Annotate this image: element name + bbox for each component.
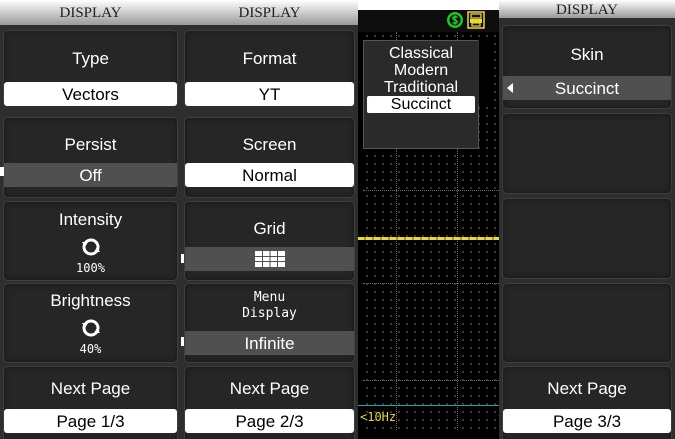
intensity-value: 100% xyxy=(76,261,105,275)
page-indicator: Page 3/3 xyxy=(503,409,671,433)
menu-display-label-line2: Display xyxy=(242,306,297,321)
display-menu-page-3: DISPLAY Skin Succinct Next Page Page 3/3 xyxy=(499,0,675,439)
format-label: Format xyxy=(242,49,297,68)
page-indicator: Page 2/3 xyxy=(185,409,354,433)
brightness-label: Brightness xyxy=(50,291,131,310)
display-menu-page-1: DISPLAY Type Vectors Persist Off Intensi… xyxy=(0,0,181,439)
type-value: Vectors xyxy=(4,82,177,106)
menu-display-softkey[interactable]: Menu Display Infinite xyxy=(184,283,355,363)
waveform-trace xyxy=(358,237,499,240)
dollar-circle-icon xyxy=(447,12,463,28)
frequency-readout: <10Hz xyxy=(358,405,499,427)
empty-softkey xyxy=(502,113,672,194)
page-indicator: Page 1/3 xyxy=(4,409,177,433)
brightness-value: 40% xyxy=(79,342,102,356)
next-page-softkey[interactable]: Next Page Page 3/3 xyxy=(502,366,672,439)
grid-softkey[interactable]: Grid xyxy=(184,201,355,281)
next-page-label: Next Page xyxy=(229,379,310,398)
rotary-knob-icon xyxy=(81,238,100,256)
intensity-label: Intensity xyxy=(58,210,123,229)
brightness-softkey[interactable]: Brightness 40% xyxy=(3,283,178,363)
intensity-softkey[interactable]: Intensity 100% xyxy=(3,201,178,281)
skin-dropdown-list[interactable]: Classical Modern Traditional Succinct xyxy=(363,40,479,149)
type-label: Type xyxy=(72,49,109,68)
list-scrollbar[interactable] xyxy=(478,40,489,105)
menu-display-label-line1: Menu xyxy=(253,290,286,305)
skin-softkey[interactable]: Skin Succinct xyxy=(502,25,672,109)
top-strip xyxy=(358,0,499,10)
skin-option-succinct[interactable]: Succinct xyxy=(367,96,475,113)
graticule-line xyxy=(363,380,499,381)
next-page-label: Next Page xyxy=(50,379,131,398)
type-softkey[interactable]: Type Vectors xyxy=(3,30,178,106)
next-page-softkey[interactable]: Next Page Page 2/3 xyxy=(184,366,355,439)
persist-value: Off xyxy=(4,163,177,187)
skin-option-classical[interactable]: Classical xyxy=(364,45,478,62)
menu-header: DISPLAY xyxy=(499,0,675,18)
graticule-line xyxy=(363,190,499,191)
persist-label: Persist xyxy=(64,135,117,154)
next-page-label: Next Page xyxy=(547,379,627,398)
skin-label: Skin xyxy=(570,45,604,64)
printer-icon xyxy=(467,11,485,29)
skin-value: Succinct xyxy=(503,76,671,100)
waveform-screen: Classical Modern Traditional Succinct <1… xyxy=(358,0,499,439)
menu-display-value: Infinite xyxy=(185,331,354,355)
grid-label: Grid xyxy=(253,219,286,238)
skin-option-traditional[interactable]: Traditional xyxy=(364,79,478,96)
graticule-line xyxy=(363,283,499,284)
empty-softkey xyxy=(502,283,672,363)
empty-softkey xyxy=(502,198,672,279)
display-menu-page-2: DISPLAY Format YT Screen Normal Grid Men… xyxy=(181,0,358,439)
skin-option-modern[interactable]: Modern xyxy=(364,62,478,79)
screen-softkey[interactable]: Screen Normal xyxy=(184,117,355,198)
screen-value: Normal xyxy=(185,163,354,187)
selection-marker xyxy=(181,254,184,263)
screen-label: Screen xyxy=(242,135,297,154)
format-value: YT xyxy=(185,82,354,106)
rotary-knob-icon xyxy=(81,319,100,337)
next-page-softkey[interactable]: Next Page Page 1/3 xyxy=(3,366,178,439)
selection-marker xyxy=(0,167,4,176)
persist-softkey[interactable]: Persist Off xyxy=(3,117,178,198)
menu-header: DISPLAY xyxy=(181,0,358,25)
caret-left-icon xyxy=(507,83,513,93)
grid-value xyxy=(185,247,354,271)
menu-header: DISPLAY xyxy=(0,0,181,25)
grid-icon xyxy=(254,251,285,267)
format-softkey[interactable]: Format YT xyxy=(184,30,355,106)
selection-marker xyxy=(181,337,184,346)
